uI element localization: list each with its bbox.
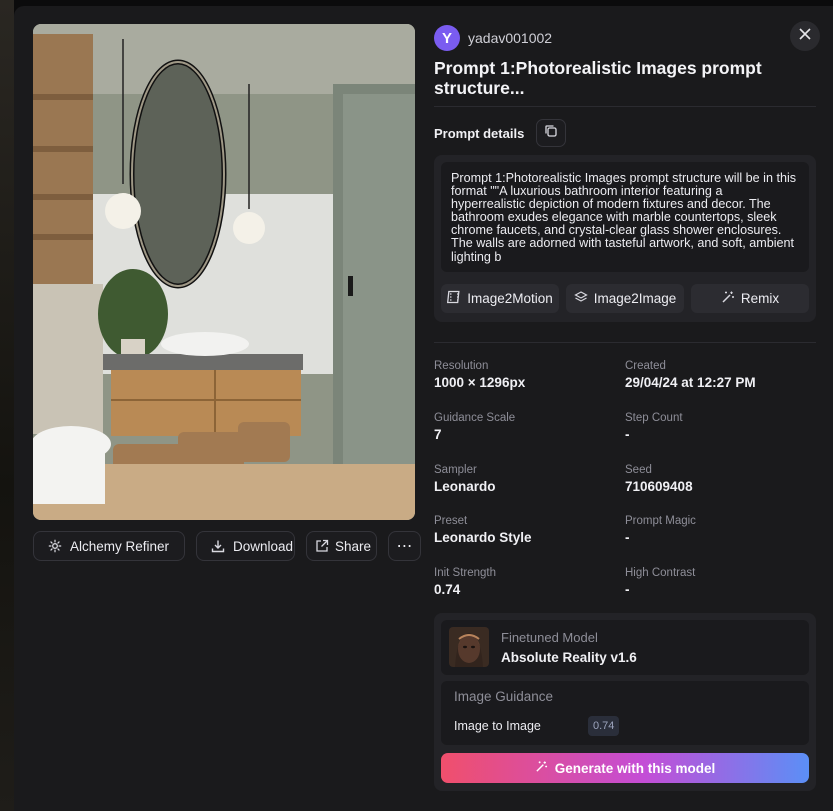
- prompt-card: Prompt 1:Photorealistic Images prompt st…: [434, 155, 816, 322]
- meta-init-strength: Init Strength 0.74: [434, 567, 614, 597]
- meta-prompt-magic: Prompt Magic -: [625, 515, 805, 545]
- prompt-actions: Image2Motion Image2Image Remix: [441, 284, 809, 313]
- meta-value: 29/04/24 at 12:27 PM: [625, 375, 756, 390]
- meta-label: Guidance Scale: [434, 412, 516, 424]
- meta-value: -: [625, 530, 630, 545]
- image2image-label: Image2Image: [593, 291, 677, 306]
- more-options-button[interactable]: ⋯: [388, 531, 421, 561]
- copy-prompt-button[interactable]: [536, 119, 567, 147]
- magic-wand-icon: [535, 760, 548, 776]
- image-to-image-value: 0.74: [588, 716, 620, 736]
- finetuned-model-name: Absolute Reality v1.6: [501, 650, 637, 665]
- meta-step-count: Step Count -: [625, 412, 805, 442]
- username: yadav001002: [468, 30, 553, 46]
- page-title: Prompt 1:Photorealistic Images prompt st…: [434, 58, 762, 98]
- page-backdrop: [0, 0, 14, 811]
- image2motion-label: Image2Motion: [467, 291, 553, 306]
- download-icon: [211, 539, 225, 553]
- meta-value: Leonardo Style: [434, 530, 532, 545]
- prompt-text[interactable]: Prompt 1:Photorealistic Images prompt st…: [441, 162, 809, 272]
- meta-guidance-scale: Guidance Scale 7: [434, 412, 614, 442]
- download-button[interactable]: Download: [196, 531, 295, 561]
- meta-label: Seed: [625, 464, 652, 476]
- meta-label: Init Strength: [434, 567, 497, 579]
- more-icon: ⋯: [396, 538, 413, 555]
- generated-image[interactable]: [33, 24, 415, 520]
- meta-value: 1000 × 1296px: [434, 375, 526, 390]
- meta-label: Created: [625, 360, 666, 372]
- meta-high-contrast: High Contrast -: [625, 567, 805, 597]
- meta-seed: Seed 710609408: [625, 464, 805, 494]
- meta-value: 7: [434, 427, 442, 442]
- bathroom-image-illustration: [33, 24, 415, 520]
- image-detail-modal: Alchemy Refiner Download Share ⋯ Y yadav…: [14, 6, 833, 811]
- film-icon: [447, 290, 461, 307]
- share-label: Share: [335, 538, 372, 554]
- meta-label: Step Count: [625, 412, 683, 424]
- model-card: Finetuned Model Absolute Reality v1.6 Im…: [434, 613, 816, 791]
- finetuned-model-label: Finetuned Model: [501, 630, 598, 645]
- download-label: Download: [233, 538, 294, 554]
- finetuned-model-box[interactable]: Finetuned Model Absolute Reality v1.6: [441, 620, 809, 675]
- model-thumbnail: [449, 627, 489, 667]
- avatar: Y: [434, 25, 460, 51]
- meta-value: Leonardo: [434, 479, 496, 494]
- remix-label: Remix: [740, 291, 780, 306]
- image2motion-button[interactable]: Image2Motion: [441, 284, 559, 313]
- meta-created: Created 29/04/24 at 12:27 PM: [625, 360, 805, 390]
- meta-value: 0.74: [434, 582, 461, 597]
- prompt-details-header: Prompt details: [434, 119, 567, 147]
- alchemy-icon: [48, 539, 62, 553]
- image2image-button[interactable]: Image2Image: [566, 284, 684, 313]
- meta-label: Prompt Magic: [625, 515, 696, 527]
- layers-icon: [573, 290, 588, 307]
- remix-button[interactable]: Remix: [691, 284, 809, 313]
- meta-value: -: [625, 582, 630, 597]
- share-button[interactable]: Share: [306, 531, 377, 561]
- magic-wand-icon: [721, 290, 735, 307]
- image-action-row: Alchemy Refiner Download Share ⋯: [33, 531, 421, 561]
- meta-label: Resolution: [434, 360, 489, 372]
- meta-preset: Preset Leonardo Style: [434, 515, 614, 545]
- share-icon: [315, 539, 329, 553]
- image-guidance-box: Image Guidance Image to Image 0.74: [441, 681, 809, 745]
- author-row[interactable]: Y yadav001002: [434, 25, 552, 51]
- meta-sampler: Sampler Leonardo: [434, 464, 614, 494]
- close-icon: [799, 27, 811, 45]
- meta-label: Sampler: [434, 464, 477, 476]
- alchemy-refiner-label: Alchemy Refiner: [70, 538, 170, 554]
- meta-value[interactable]: 710609408: [625, 479, 805, 494]
- close-button[interactable]: [790, 21, 820, 51]
- generate-with-model-button[interactable]: Generate with this model: [441, 753, 809, 783]
- meta-resolution: Resolution 1000 × 1296px: [434, 360, 614, 390]
- meta-label: Preset: [434, 515, 468, 527]
- alchemy-refiner-button[interactable]: Alchemy Refiner: [33, 531, 185, 561]
- copy-icon: [544, 124, 558, 143]
- prompt-details-label: Prompt details: [434, 125, 525, 141]
- meta-label: High Contrast: [625, 567, 696, 579]
- image-to-image-label: Image to Image: [454, 719, 541, 733]
- meta-value: -: [625, 427, 630, 442]
- generate-label: Generate with this model: [554, 760, 716, 776]
- image-guidance-label: Image Guidance: [454, 689, 554, 704]
- title-divider: [434, 106, 816, 107]
- prompt-divider: [434, 342, 816, 343]
